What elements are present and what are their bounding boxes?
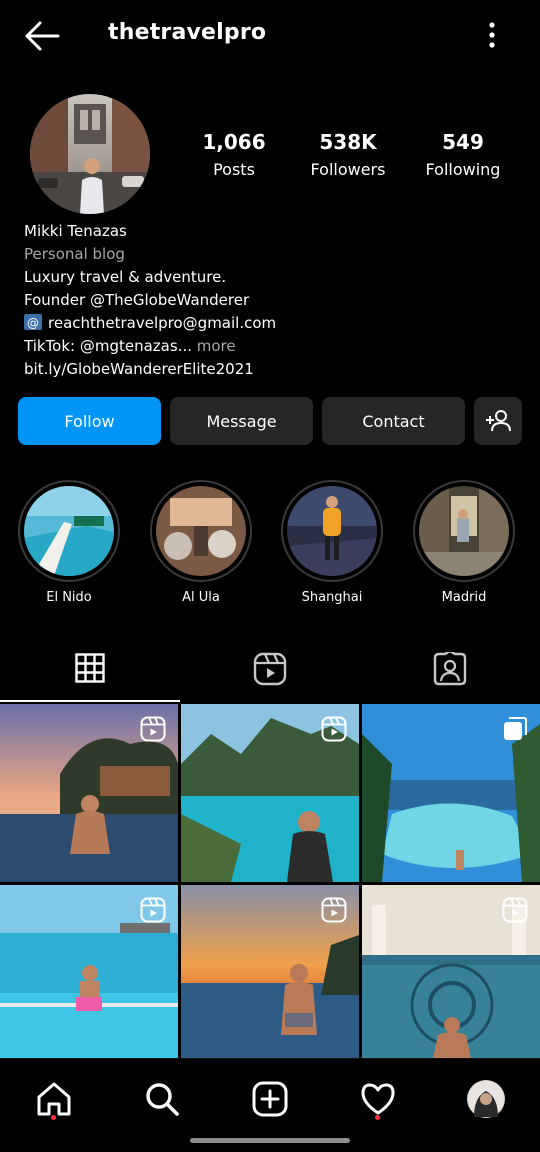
top-bar: thetravelpro (0, 0, 540, 70)
profile-avatar (467, 1080, 505, 1118)
post-thumbnail[interactable] (0, 704, 178, 882)
bio-tiktok-line: TikTok: @mgtenazas... more (24, 335, 524, 358)
highlight-image (419, 486, 509, 576)
reels-icon (253, 652, 287, 686)
bio-more-link[interactable]: more (197, 337, 236, 355)
post-thumbnail[interactable] (181, 885, 359, 1063)
posts-stat[interactable]: 1,066 Posts (174, 130, 294, 179)
following-stat[interactable]: 549 Following (403, 130, 523, 179)
more-vertical-icon (489, 22, 495, 48)
heart-icon (361, 1083, 395, 1115)
post-thumbnail[interactable] (0, 885, 178, 1063)
home-notification-dot (51, 1115, 56, 1120)
profile-username: thetravelpro (108, 20, 267, 45)
plus-square-icon (252, 1081, 288, 1117)
highlight-label: Al Ula (182, 590, 220, 605)
grid-icon (75, 653, 105, 683)
tab-reels[interactable] (180, 636, 360, 702)
bio-link[interactable]: bit.ly/GlobeWandererElite2021 (24, 358, 524, 381)
suggested-accounts-button[interactable] (474, 397, 522, 445)
reel-icon (321, 897, 347, 923)
profile-avatar[interactable] (30, 94, 150, 214)
post-thumbnail[interactable] (362, 704, 540, 882)
bio-line-2: Founder @TheGlobeWanderer (24, 291, 250, 309)
tab-tagged[interactable] (360, 636, 540, 702)
arrow-left-icon (25, 21, 60, 51)
bio-email-line[interactable]: reachthetravelpro@gmail.com (24, 312, 524, 335)
highlight-image (156, 486, 246, 576)
bio-tiktok: TikTok: @mgtenazas... (24, 337, 192, 355)
story-highlight[interactable]: El Nido (17, 480, 121, 605)
back-button[interactable] (22, 18, 62, 54)
highlight-label: Shanghai (301, 590, 363, 605)
profile-category: Personal blog (24, 245, 125, 263)
following-label: Following (425, 160, 501, 179)
reel-icon (140, 897, 166, 923)
story-highlight[interactable]: Madrid (412, 480, 516, 605)
highlight-image (24, 486, 114, 576)
reel-icon (502, 897, 528, 923)
bio-line-1: Luxury travel & adventure. (24, 268, 227, 286)
more-options-button[interactable] (480, 20, 504, 50)
home-indicator[interactable] (190, 1138, 350, 1143)
nav-create[interactable] (246, 1075, 294, 1123)
search-icon (146, 1083, 179, 1116)
followers-label: Followers (310, 160, 386, 179)
bio-email: reachthetravelpro@gmail.com (48, 314, 277, 332)
profile-photo (30, 94, 150, 214)
nav-profile[interactable] (462, 1075, 510, 1123)
posts-count: 1,066 (202, 130, 266, 154)
home-icon (37, 1082, 71, 1116)
carousel-icon (504, 717, 527, 740)
email-icon (24, 312, 42, 335)
story-highlight[interactable]: Shanghai (280, 480, 384, 605)
following-count: 549 (442, 130, 484, 154)
reel-icon (140, 716, 166, 742)
profile-bio: Mikki Tenazas Personal blog Luxury trave… (24, 220, 524, 381)
highlight-label: Madrid (441, 590, 487, 605)
followers-count: 538K (319, 130, 377, 154)
follow-button[interactable]: Follow (18, 397, 161, 445)
post-thumbnail[interactable] (362, 885, 540, 1063)
highlight-label: El Nido (46, 590, 92, 605)
highlight-image (287, 486, 377, 576)
profile-tabs (0, 636, 540, 702)
tab-posts-grid[interactable] (0, 636, 180, 702)
contact-button[interactable]: Contact (322, 397, 465, 445)
reel-icon (321, 716, 347, 742)
message-button[interactable]: Message (170, 397, 313, 445)
add-person-icon (486, 410, 511, 432)
nav-search[interactable] (138, 1075, 186, 1123)
posts-label: Posts (213, 160, 255, 179)
post-thumbnail[interactable] (181, 704, 359, 882)
story-highlight[interactable]: Al Ula (149, 480, 253, 605)
followers-stat[interactable]: 538K Followers (288, 130, 408, 179)
display-name: Mikki Tenazas (24, 222, 127, 240)
activity-notification-dot (375, 1115, 380, 1120)
tagged-icon (433, 652, 467, 686)
